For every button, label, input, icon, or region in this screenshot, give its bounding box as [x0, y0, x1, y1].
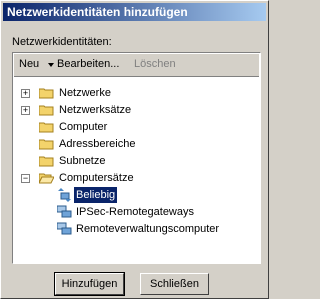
open-folder-icon	[39, 172, 54, 184]
tree-item-label: Beliebig	[74, 187, 118, 203]
new-label: Neu	[19, 58, 40, 70]
collapse-icon[interactable]: −	[21, 174, 30, 183]
delete-button: Löschen	[134, 58, 176, 71]
add-button[interactable]: Hinzufügen	[54, 272, 125, 296]
tree-item-label: Remoteverwaltungscomputer	[76, 223, 220, 235]
expand-icon[interactable]: +	[21, 106, 30, 115]
add-button-label: Hinzufügen	[61, 278, 118, 290]
computer-set-icon	[57, 188, 72, 202]
edit-button[interactable]: Bearbeiten...	[57, 58, 119, 71]
tree-item-subnetze[interactable]: Subnetze	[13, 153, 258, 169]
computer-set-icon	[57, 222, 72, 236]
tree-item-netzwerke[interactable]: + Netzwerke	[13, 85, 258, 101]
folder-icon	[39, 121, 54, 133]
section-label: Netzwerkidentitäten:	[12, 36, 112, 48]
dialog-window: Netzwerkidentitäten hinzufügen Netzwerki…	[0, 0, 269, 299]
tree-item-label: Computer	[59, 121, 108, 133]
toolbar: Neu Bearbeiten... Löschen	[14, 54, 259, 77]
tree-item-computersaetze[interactable]: − Computersätze	[13, 170, 258, 186]
close-button[interactable]: Schließen	[140, 273, 209, 295]
computer-set-icon	[57, 205, 72, 219]
tree-item-label: Computersätze	[59, 172, 134, 184]
folder-icon	[39, 138, 54, 150]
title-bar[interactable]: Netzwerkidentitäten hinzufügen	[3, 3, 266, 21]
window-title: Netzwerkidentitäten hinzufügen	[7, 5, 188, 19]
tree-view[interactable]: + Netzwerke + Netzwerksätze Computer Adr…	[13, 77, 258, 262]
tree-item-remoteverwaltungscomputer[interactable]: Remoteverwaltungscomputer	[13, 221, 258, 237]
tree-item-adressbereiche[interactable]: Adressbereiche	[13, 136, 258, 152]
tree-item-label: Adressbereiche	[59, 138, 136, 150]
tree-item-netzwerksaetze[interactable]: + Netzwerksätze	[13, 102, 258, 118]
close-button-label: Schließen	[150, 278, 199, 290]
tree-item-beliebig[interactable]: Beliebig	[13, 187, 258, 203]
delete-label: Löschen	[134, 58, 176, 70]
tree-item-label: Netzwerke	[59, 87, 111, 99]
new-button[interactable]: Neu	[19, 58, 39, 71]
edit-label: Bearbeiten...	[57, 58, 120, 70]
tree-item-label: Netzwerksätze	[59, 104, 132, 116]
folder-icon	[39, 104, 54, 116]
tree-item-label: IPSec-Remotegateways	[76, 206, 194, 218]
folder-icon	[39, 87, 54, 99]
chevron-down-icon[interactable]	[48, 63, 54, 67]
tree-item-computer[interactable]: Computer	[13, 119, 258, 135]
folder-icon	[39, 155, 54, 167]
expand-icon[interactable]: +	[21, 89, 30, 98]
tree-item-label: Subnetze	[59, 155, 106, 167]
tree-item-ipsec-remotegateways[interactable]: IPSec-Remotegateways	[13, 204, 258, 220]
network-identities-panel: Neu Bearbeiten... Löschen + Netzwerke + …	[12, 52, 261, 264]
